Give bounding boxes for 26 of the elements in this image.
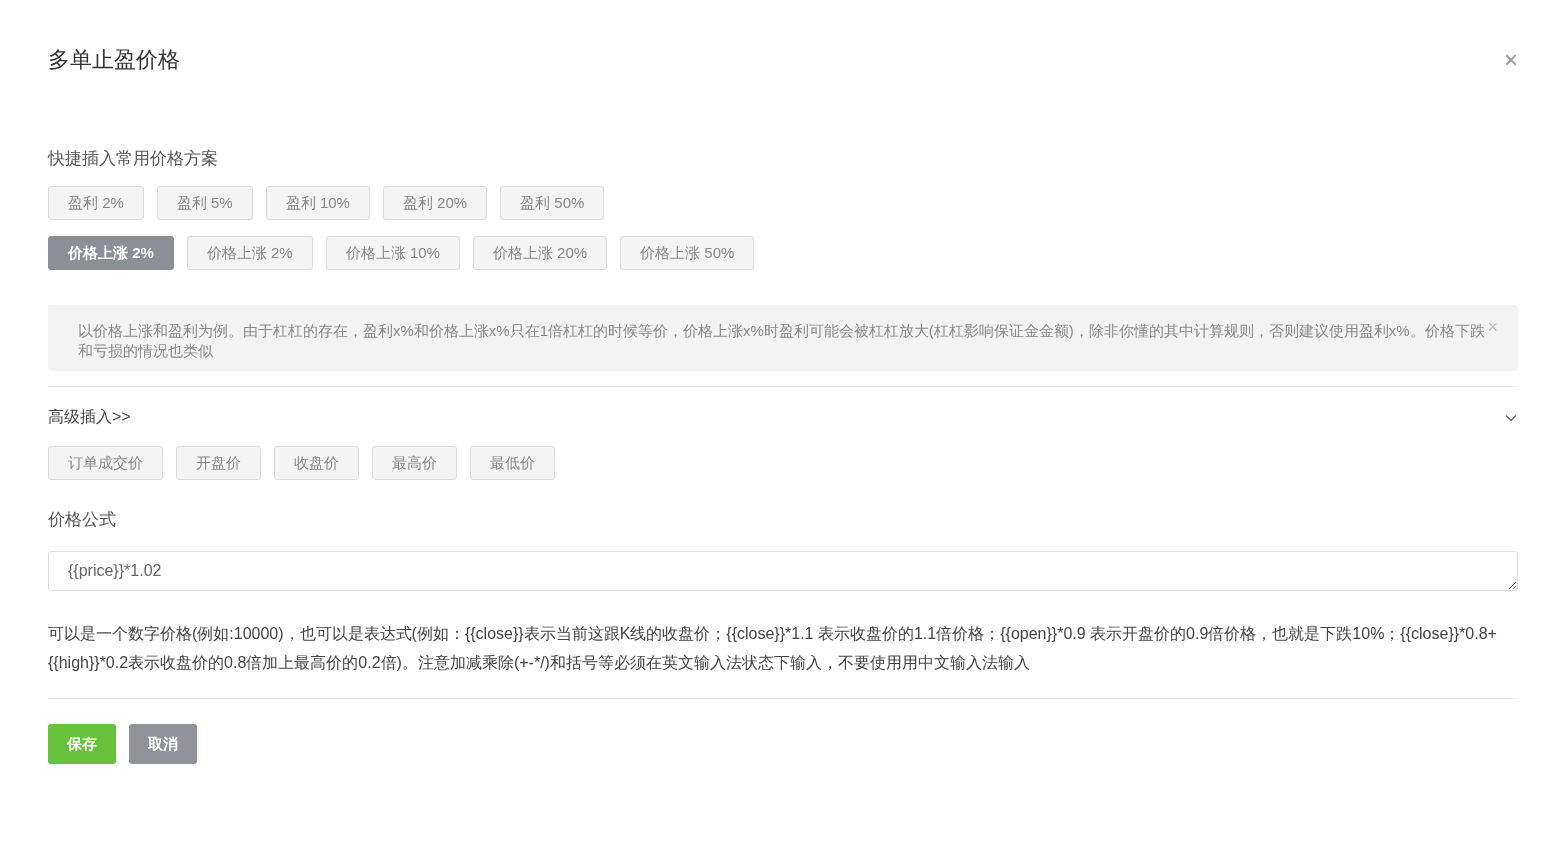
preset-button[interactable]: 盈利 20% <box>382 186 488 220</box>
preset-button[interactable]: 盈利 10% <box>265 186 370 220</box>
alert-close-button[interactable]: × <box>1487 317 1498 338</box>
alert-text: 以价格上涨和盈利为例。由于杠杠的存在，盈利x%和价格上涨x%只在1倍杠杠的时候等价，价格上涨x%时盈利可能会被杠杠放大(杠杠影响保证金金额)，除非你懂的其中计算规则，否则建议使用盈利x%。价格下跌和亏损的情况也类似 <box>78 321 1486 361</box>
preset-button[interactable]: 价格上涨 2% <box>48 236 174 270</box>
preset-button[interactable]: 盈利 2% <box>48 186 144 220</box>
insert-button[interactable]: 开盘价 <box>176 446 261 480</box>
section-label: 快捷插入常用价格方案 <box>48 148 219 170</box>
help-text: 可以是一个数字价格(例如:10000)，也可以是表达式(例如：{{close}}表示当前这跟K线的收盘价；{{close}}*1.1 表示收盘价的1.1倍价格；{{open}}*0.9 表示开盘价的0.9倍价格，也就是下跌10%；{{close}}*0.8+{{high}}*0.2表示收盘价的0.8倍加上最高价的0.2倍)。注意加减乘除(+-*/)和括号等必须在英文输入法状态下输入，不要使用用中文输入法输入 <box>48 624 1498 673</box>
preset-button[interactable]: 盈利 50% <box>500 186 605 220</box>
collapse-header[interactable]: 高级插入>> <box>48 407 131 428</box>
preset-button[interactable]: 价格上涨 50% <box>620 236 755 270</box>
preset-button[interactable]: 价格上涨 10% <box>325 236 460 270</box>
field-label: 价格公式 <box>48 509 117 531</box>
formula-input[interactable]: {{price}}*1.02 <box>48 551 1518 591</box>
preset-button[interactable]: 盈利 5% <box>156 186 253 220</box>
preset-button[interactable]: 价格上涨 20% <box>472 236 608 270</box>
save-button[interactable]: 保存 <box>48 724 116 764</box>
insert-button[interactable]: 收盘价 <box>274 446 359 480</box>
close-button[interactable]: × <box>1504 48 1518 72</box>
insert-button[interactable]: 最高价 <box>372 446 457 480</box>
preset-button[interactable]: 价格上涨 2% <box>186 236 313 270</box>
dialog-title: 多单止盈价格 <box>48 46 180 74</box>
cancel-button[interactable]: 取消 <box>129 724 197 764</box>
insert-button[interactable]: 最低价 <box>470 446 555 480</box>
insert-button[interactable]: 订单成交价 <box>48 446 163 480</box>
